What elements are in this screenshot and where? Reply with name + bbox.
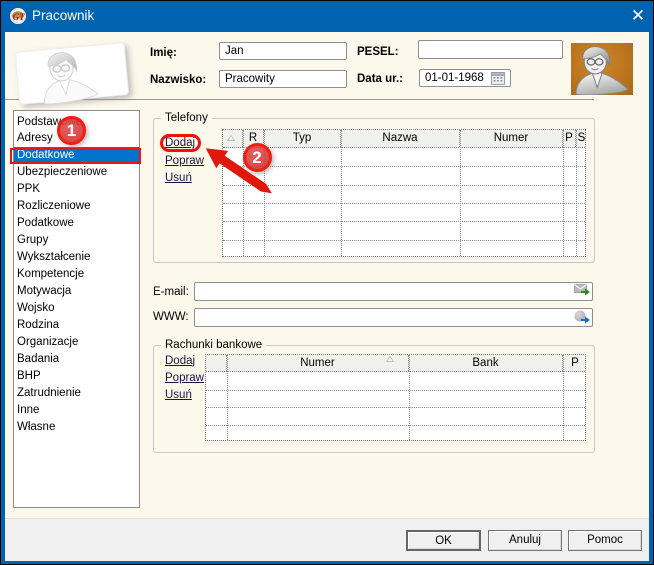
- svg-text:GT: GT: [13, 12, 25, 22]
